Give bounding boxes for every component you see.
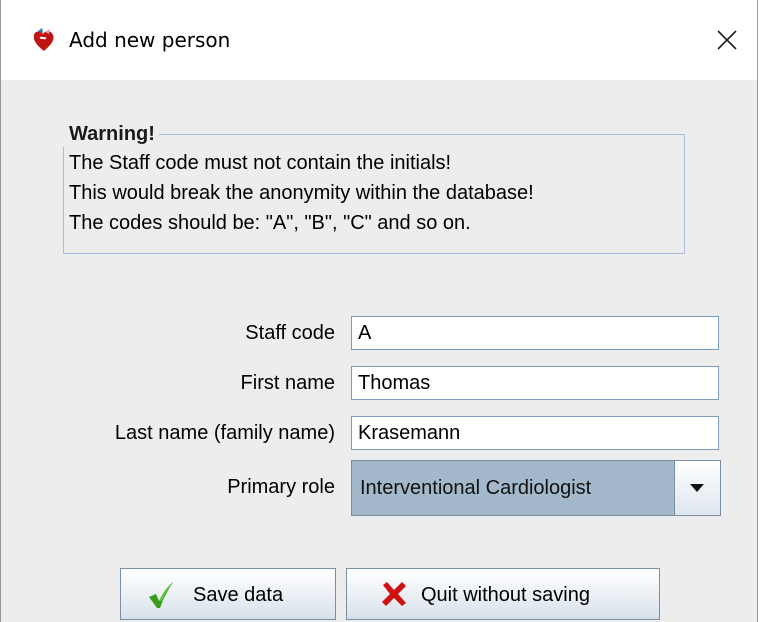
checkmark-icon xyxy=(147,581,175,615)
primary-role-dropdown-button[interactable] xyxy=(674,461,720,515)
add-person-dialog: Add new person Warning! The Staff code m… xyxy=(0,0,758,622)
close-button[interactable] xyxy=(699,0,757,80)
red-x-icon xyxy=(381,581,407,613)
last-name-label: Last name (family name) xyxy=(114,422,335,444)
save-data-button[interactable]: Save data xyxy=(120,568,336,620)
warning-line-2: This would break the anonymity within th… xyxy=(69,182,534,204)
last-name-input[interactable] xyxy=(351,416,719,450)
staff-code-input[interactable] xyxy=(351,316,719,350)
save-data-label: Save data xyxy=(193,584,284,606)
quit-without-saving-button[interactable]: Quit without saving xyxy=(346,568,660,620)
primary-role-value: Interventional Cardiologist xyxy=(360,477,592,499)
title-bar: Add new person xyxy=(1,0,757,80)
primary-role-label: Primary role xyxy=(227,476,335,498)
heart-app-icon xyxy=(31,27,57,53)
warning-line-3: The codes should be: "A", "B", "C" and s… xyxy=(69,212,471,234)
first-name-label: First name xyxy=(240,372,335,394)
close-icon xyxy=(717,30,737,50)
staff-code-label: Staff code xyxy=(245,322,335,344)
warning-line-1: The Staff code must not contain the init… xyxy=(69,152,452,174)
first-name-input[interactable] xyxy=(351,366,719,400)
primary-role-select[interactable]: Interventional Cardiologist xyxy=(351,460,721,516)
warning-title: Warning! xyxy=(63,121,159,147)
quit-without-saving-label: Quit without saving xyxy=(421,584,590,606)
dropdown-arrow-icon xyxy=(690,484,704,492)
window-title: Add new person xyxy=(69,28,231,52)
